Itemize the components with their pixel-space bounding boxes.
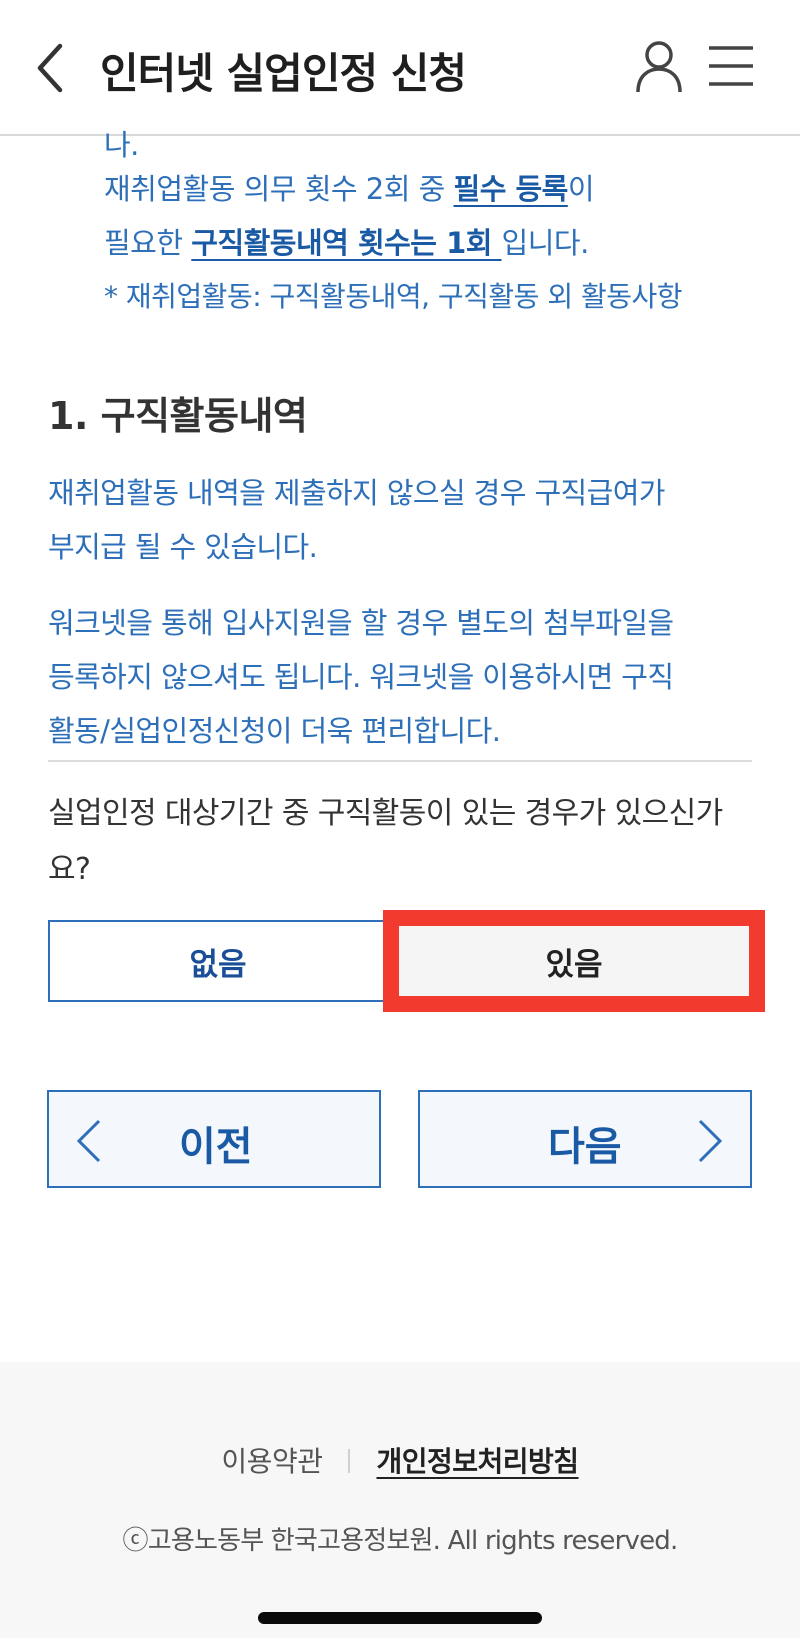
job-search-question: 실업인정 대상기간 중 구직활동이 있는 경우가 있으신가 요? xyxy=(48,786,758,898)
notice-text: 이 xyxy=(567,172,595,206)
notice-text: 재취업활동 의무 횟수 2회 중 xyxy=(104,172,454,206)
notice-text: 필요한 xyxy=(104,226,192,260)
back-button[interactable] xyxy=(30,38,74,98)
notice-text: 입니다. xyxy=(501,226,590,260)
copyright-text: ⓒ고용노동부 한국고용정보원. All rights reserved. xyxy=(122,1526,679,1556)
paragraph-line: 등록하지 않으셔도 됩니다. 워크넷을 이용하시면 구직 xyxy=(48,660,674,694)
notice-footnote: * 재취업활동: 구직활동내역, 구직활동 외 활동사항 xyxy=(104,280,683,313)
notice-line: 재취업활동 의무 횟수 2회 중 필수 등록이 xyxy=(104,162,754,216)
prev-button[interactable]: 이전 xyxy=(47,1090,381,1188)
home-indicator xyxy=(258,1612,542,1624)
next-label: 다음 xyxy=(548,1124,622,1170)
notice-line: 나. xyxy=(104,128,139,162)
chevron-right-icon xyxy=(698,1119,723,1163)
worknet-paragraph: 워크넷을 통해 입사지원을 할 경우 별도의 첨부파일을 등록하지 않으셔도 됩… xyxy=(48,596,756,758)
footer-links: 이용약관 개인정보처리방침 xyxy=(0,1440,800,1480)
paragraph-line: 활동/실업인정신청이 더욱 편리합니다. xyxy=(48,714,501,748)
user-button[interactable] xyxy=(634,40,684,94)
option-yes-label: 있음 xyxy=(545,946,603,983)
section-title: 1. 구직활동내역 xyxy=(48,394,308,438)
terms-link[interactable]: 이용약관 xyxy=(221,1445,323,1478)
app-header: 인터넷 실업인정 신청 xyxy=(0,0,800,136)
paragraph-line: 부지급 될 수 있습니다. xyxy=(48,530,318,564)
question-line: 요? xyxy=(48,852,91,887)
notice-line: 필요한 구직활동내역 횟수는 1회 입니다. xyxy=(104,216,754,270)
job-search-notice: 나. 재취업활동 의무 횟수 2회 중 필수 등록이 필요한 구직활동내역 횟수… xyxy=(104,128,754,324)
option-none-button[interactable]: 없음 xyxy=(48,920,388,1002)
menu-button[interactable] xyxy=(706,44,756,88)
privacy-policy-link[interactable]: 개인정보처리방침 xyxy=(376,1445,579,1478)
warning-paragraph: 재취업활동 내역을 제출하지 않으실 경우 구직급여가 부지급 될 수 있습니다… xyxy=(48,466,756,574)
footer: 이용약관 개인정보처리방침 ⓒ고용노동부 한국고용정보원. All rights … xyxy=(0,1362,800,1638)
user-icon xyxy=(636,41,682,93)
footer-separator xyxy=(348,1449,351,1473)
chevron-left-icon xyxy=(37,43,63,93)
prev-label: 이전 xyxy=(179,1124,253,1170)
next-button[interactable]: 다음 xyxy=(418,1090,752,1188)
paragraph-line: 워크넷을 통해 입사지원을 할 경우 별도의 첨부파일을 xyxy=(48,606,674,640)
question-line: 실업인정 대상기간 중 구직활동이 있는 경우가 있으신가 xyxy=(48,796,723,831)
paragraph-line: 재취업활동 내역을 제출하지 않으실 경우 구직급여가 xyxy=(48,476,665,510)
page-title: 인터넷 실업인정 신청 xyxy=(100,49,467,98)
divider xyxy=(48,760,752,762)
hamburger-menu-icon xyxy=(709,46,753,86)
option-yes-button[interactable]: 있음 xyxy=(383,910,765,1012)
notice-emphasis: 필수 등록 xyxy=(453,172,569,206)
chevron-left-icon xyxy=(76,1119,101,1163)
notice-emphasis: 구직활동내역 횟수는 1회 xyxy=(191,226,502,260)
